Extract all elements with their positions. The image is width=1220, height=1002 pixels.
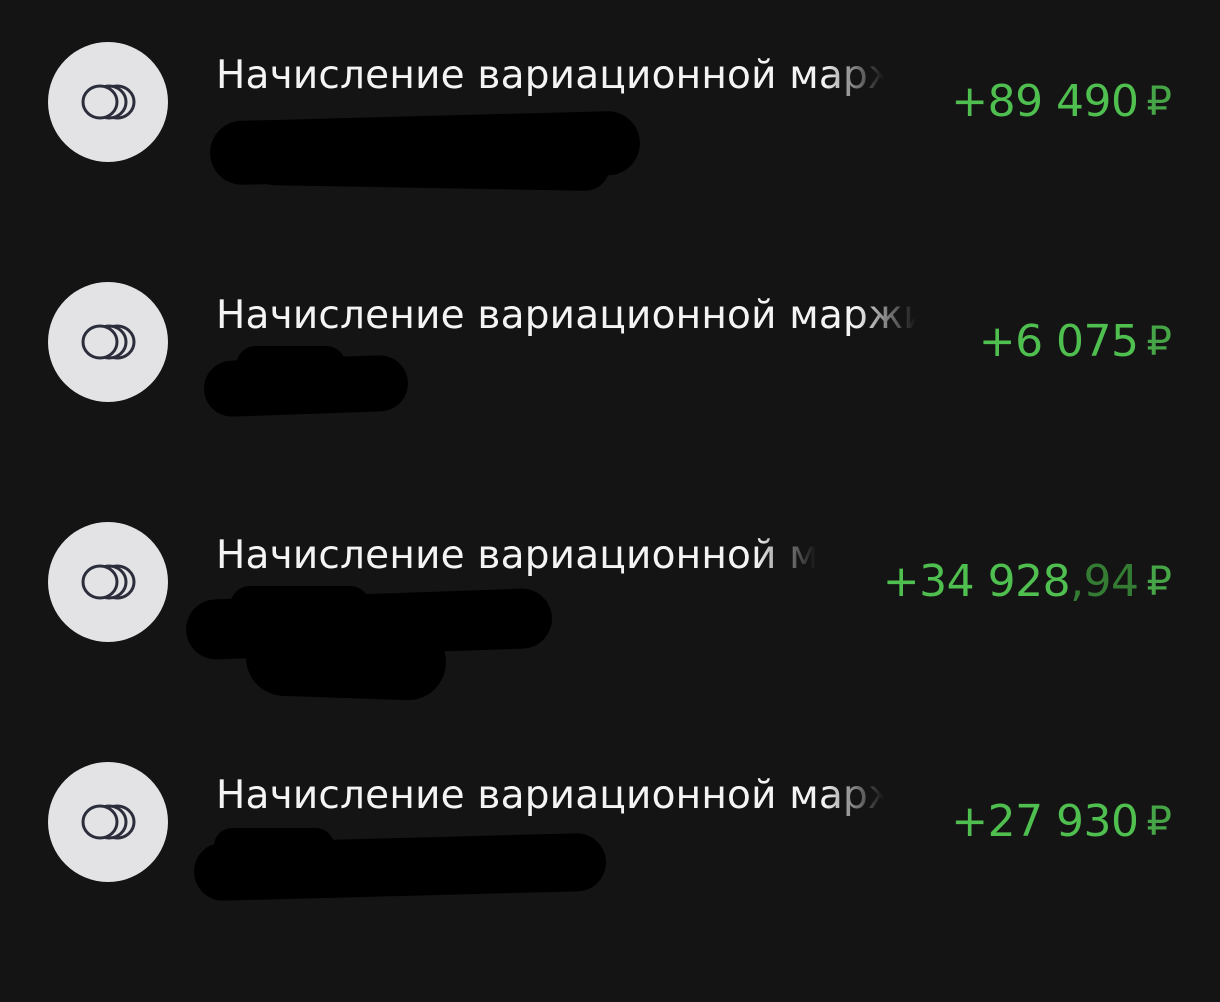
operation-avatar <box>48 762 168 882</box>
operation-amount: +89 490 ₽ <box>951 74 1172 130</box>
operation-row[interactable]: Начисление вариационной маржи +34 928 ,9… <box>0 522 1220 762</box>
redaction-mark <box>230 586 370 626</box>
currency-symbol: ₽ <box>1146 799 1172 845</box>
currency-symbol: ₽ <box>1146 559 1172 605</box>
coins-icon <box>81 324 136 360</box>
operation-amount: +34 928 ,94 ₽ <box>883 554 1172 610</box>
operations-list: Начисление вариационной маржи +89 490 ₽ … <box>0 0 1220 944</box>
amount-value: +89 490 <box>951 76 1139 127</box>
redaction-mark <box>236 346 346 386</box>
operation-title: Начисление вариационной маржи <box>216 773 884 818</box>
currency-symbol: ₽ <box>1146 79 1172 125</box>
operation-avatar <box>48 522 168 642</box>
operation-title: Начисление вариационной маржи <box>216 533 816 578</box>
redaction-mark <box>244 618 448 702</box>
redaction-mark <box>214 828 334 864</box>
operation-title: Начисление вариационной маржи <box>216 293 916 338</box>
amount-value: +27 930 <box>951 796 1139 847</box>
currency-symbol: ₽ <box>1146 319 1172 365</box>
operation-amount: +27 930 ₽ <box>951 794 1172 850</box>
redaction-mark <box>249 134 611 192</box>
operation-title-wrap: Начисление вариационной маржи <box>216 48 884 104</box>
operation-row[interactable]: Начисление вариационной маржи +6 075 ₽ <box>0 282 1220 522</box>
operation-title-wrap: Начисление вариационной маржи <box>216 528 816 584</box>
coins-icon <box>81 564 136 600</box>
operation-title: Начисление вариационной маржи <box>216 53 884 98</box>
amount-value: +34 928 <box>882 556 1071 607</box>
operation-title-wrap: Начисление вариационной маржи <box>216 768 884 824</box>
amount-cents: ,94 <box>1070 556 1139 607</box>
coins-icon <box>81 804 136 840</box>
operation-avatar <box>48 282 168 402</box>
operation-avatar <box>48 42 168 162</box>
operation-row[interactable]: Начисление вариационной маржи +89 490 ₽ <box>0 42 1220 282</box>
operation-title-wrap: Начисление вариационной маржи <box>216 288 916 344</box>
coins-icon <box>81 84 136 120</box>
operation-row[interactable]: Начисление вариационной маржи +27 930 ₽ <box>0 762 1220 1002</box>
operation-amount: +6 075 ₽ <box>979 314 1172 370</box>
amount-value: +6 075 <box>978 316 1139 367</box>
